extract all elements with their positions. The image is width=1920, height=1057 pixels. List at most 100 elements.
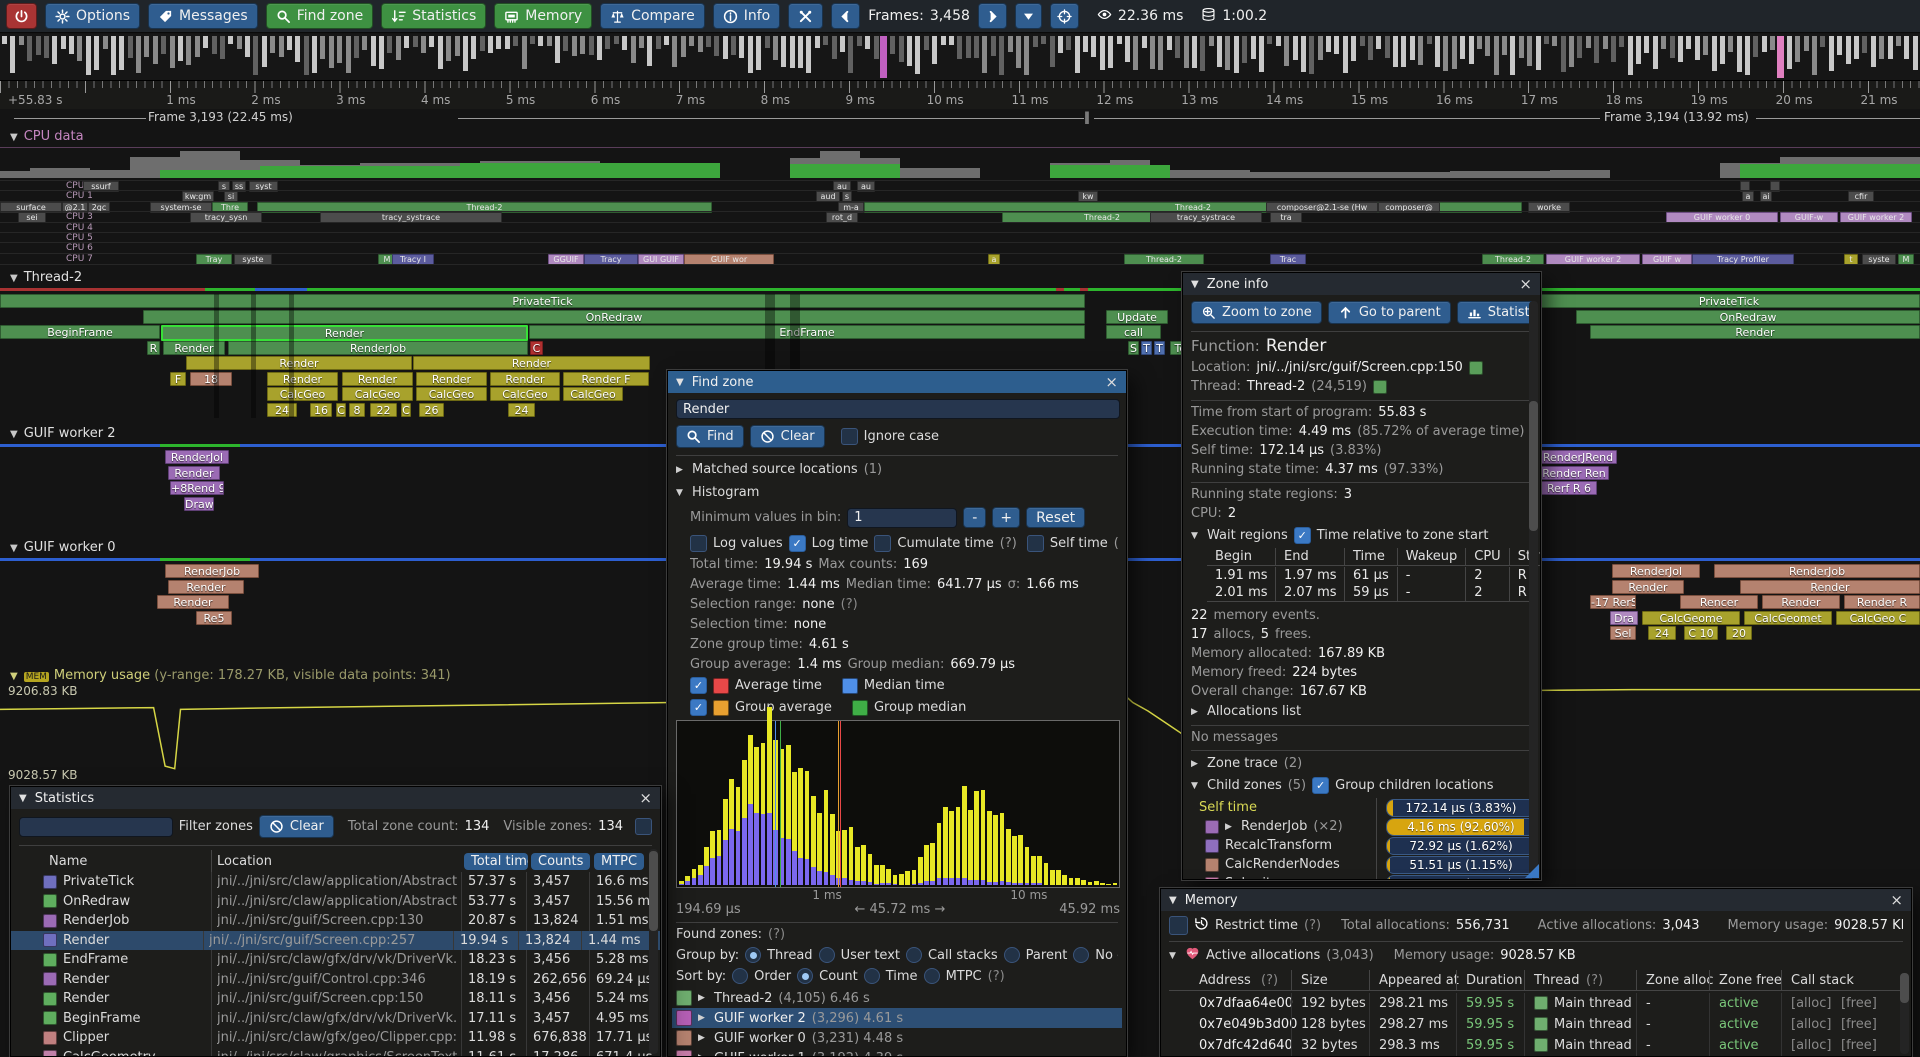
timeline-zone[interactable]: CalcGeo: [416, 387, 487, 401]
zone-thread[interactable]: Thread-2: [1247, 379, 1305, 394]
thread-header-guif-worker-2[interactable]: ▼GUIF worker 2: [10, 426, 115, 441]
column-header-address[interactable]: Address: [1199, 973, 1251, 988]
timeline-zone[interactable]: CalcGeo: [490, 387, 560, 401]
statistics-row[interactable]: Renderjni/../jni/src/guif/Control.cpp:34…: [19, 970, 652, 990]
cpu-data-header[interactable]: ▼CPU data: [10, 129, 84, 144]
found-zone-group[interactable]: ▶GUIF worker 1(3,192) 4.39 s: [672, 1048, 1122, 1057]
timeline-zone[interactable]: Rerf R 6: [1541, 481, 1597, 495]
child-zone-row[interactable]: Submit35.63 µs (0.79%): [1191, 874, 1532, 880]
column-header-zone-alloc[interactable]: Zone alloc: [1646, 973, 1714, 988]
timeline-zone[interactable]: CalcGeo: [563, 387, 623, 401]
timeline-zone[interactable]: RenderJRend: [1539, 450, 1617, 464]
wait-regions-expander[interactable]: ▼Wait regions ✓ Time relative to zone st…: [1191, 527, 1532, 544]
timeline-zone[interactable]: BeginFrame: [0, 325, 160, 339]
found-zone-group[interactable]: ▶Thread-2(4,105) 6.46 s: [672, 988, 1122, 1008]
column-header-zone-free[interactable]: Zone free: [1719, 973, 1782, 988]
found-zone-group[interactable]: ▶GUIF worker 2(3,296) 4.61 s: [672, 1008, 1122, 1028]
timeline-zone[interactable]: Re5: [196, 611, 232, 625]
alloc-callstack-link[interactable]: [alloc]: [1791, 996, 1831, 1011]
group-by-radio-user-text[interactable]: [819, 947, 835, 963]
timeline-zone[interactable]: CalcGeo C: [1836, 611, 1920, 625]
timeline-zone[interactable]: T: [1154, 341, 1165, 355]
child-zone-row[interactable]: RecalcTransform72.92 µs (1.62%): [1191, 836, 1532, 855]
clear-button[interactable]: Clear: [750, 425, 825, 448]
collapse-icon[interactable]: ▼: [1169, 895, 1177, 906]
zone-info-titlebar[interactable]: ▼ Zone info ×: [1183, 273, 1540, 295]
free-callstack-link[interactable]: [free]: [1841, 1038, 1877, 1053]
timeline-zone[interactable]: C: [336, 403, 346, 417]
filter-zones-input[interactable]: [19, 817, 173, 837]
zoom-to-zone-button[interactable]: Zoom to zone: [1191, 301, 1322, 324]
allocation-row[interactable]: 0x7e049b3d00128 bytes298.27 ms59.95 sMai…: [1169, 1014, 1903, 1035]
timeline-zone[interactable]: Sel: [1610, 626, 1636, 640]
zone-trace-expander[interactable]: ▶Zone trace(2): [1191, 756, 1532, 771]
timeline-zone[interactable]: CalcGeo: [267, 387, 338, 401]
timeline-zone[interactable]: RenderJol: [1612, 564, 1700, 578]
expand-icon[interactable]: ▶: [698, 1053, 708, 1057]
allocation-row[interactable]: 0x7dfc42d64032 bytes298.3 ms59.95 sMain …: [1169, 1035, 1903, 1056]
table-row[interactable]: 2.01 ms2.07 ms59 µs-2R: [1207, 584, 1541, 601]
timeline-zone[interactable]: Render: [157, 595, 229, 609]
filter-clear-button[interactable]: Clear: [259, 815, 334, 838]
timeline-zone[interactable]: CalcGeome: [1642, 611, 1740, 625]
column-header[interactable]: End: [1276, 548, 1345, 566]
option-checkbox-cumulate-time[interactable]: [874, 535, 891, 552]
statistics-row[interactable]: BeginFramejni/../jni/src/claw/gfx/drv/vk…: [19, 1009, 652, 1029]
column-header-duration[interactable]: Duration: [1466, 973, 1522, 988]
timeline-zone[interactable]: Render: [413, 356, 650, 370]
free-callstack-link[interactable]: [free]: [1841, 996, 1877, 1011]
timeline-zone[interactable]: Render R: [1844, 595, 1920, 609]
timeline-zone[interactable]: R: [147, 341, 160, 355]
group-by-radio-no-grouping[interactable]: [1073, 947, 1089, 963]
column-header[interactable]: Begin: [1207, 548, 1276, 566]
column-header-name[interactable]: Name: [49, 854, 87, 869]
timeline-zone[interactable]: RenderJob: [228, 341, 528, 355]
timeline-zone[interactable]: OnRedraw: [143, 310, 1085, 324]
timeline-zone[interactable]: Render: [1740, 580, 1920, 594]
timeline-zone[interactable]: 20: [1726, 626, 1752, 640]
close-icon[interactable]: ×: [1519, 274, 1532, 294]
timeline-zone[interactable]: Render: [342, 372, 413, 386]
bin-reset-button[interactable]: Reset: [1026, 507, 1085, 528]
allocations-list-expander[interactable]: ▶Allocations list: [1191, 704, 1532, 719]
go-to-parent-button[interactable]: Go to parent: [1328, 301, 1451, 324]
statistics-row[interactable]: Renderjni/../jni/src/guif/Screen.cpp:150…: [19, 989, 652, 1009]
group-by-radio-parent[interactable]: [1004, 947, 1020, 963]
timeline-zone[interactable]: Update: [1106, 310, 1168, 324]
statistics-row[interactable]: EndFramejni/../jni/src/claw/gfx/drv/vk/D…: [19, 950, 652, 970]
timeline-zone[interactable]: T: [1141, 341, 1152, 355]
group-children-checkbox[interactable]: ✓: [1312, 777, 1329, 794]
column-header-appeared-at[interactable]: Appeared at: [1379, 973, 1459, 988]
timeline-zone[interactable]: Render: [1590, 325, 1920, 339]
limit-view-checkbox[interactable]: [635, 818, 652, 835]
statistics-button[interactable]: Statistics: [1457, 301, 1532, 324]
statistics-row[interactable]: CalcGeometryjni/../jni/src/claw/graphics…: [19, 1048, 652, 1057]
timeline-zone[interactable]: 24: [508, 403, 535, 417]
option-checkbox-log-time[interactable]: ✓: [789, 535, 806, 552]
column-header-counts[interactable]: Counts: [531, 853, 590, 870]
table-row[interactable]: 1.91 ms1.97 ms61 µs-2R: [1207, 567, 1541, 584]
timeline-zone[interactable]: Render: [416, 372, 487, 386]
find-zone-search-input[interactable]: Render: [676, 399, 1120, 419]
found-zone-group[interactable]: ▶GUIF worker 0(3,231) 4.48 s: [672, 1028, 1122, 1048]
close-icon[interactable]: ×: [1105, 372, 1118, 392]
column-header[interactable]: Time: [1345, 548, 1398, 566]
timeline-zone[interactable]: Render: [168, 466, 220, 480]
statistics-row[interactable]: Clipperjni/../jni/src/claw/gfx/geo/Clipp…: [19, 1028, 652, 1048]
bin-plus-button[interactable]: +: [992, 507, 1020, 528]
collapse-icon[interactable]: ▼: [1191, 279, 1199, 290]
column-header-call-stack[interactable]: Call stack: [1791, 973, 1854, 988]
column-header[interactable]: Wakeup: [1397, 548, 1466, 566]
timeline-zone[interactable]: CalcGeomet: [1744, 611, 1832, 625]
timeline-zone[interactable]: OnRedraw: [1576, 310, 1920, 324]
allocation-row[interactable]: 0x7dfaa64e00192 bytes298.21 ms59.95 sMai…: [1169, 993, 1903, 1014]
timeline-zone[interactable]: Rencer: [1680, 595, 1758, 609]
ignore-case-checkbox[interactable]: [841, 428, 858, 445]
histogram-expander[interactable]: ▼Histogram: [676, 485, 1118, 500]
timeline-zone[interactable]: Draw: [184, 497, 214, 511]
timeline-zone[interactable]: Render: [1612, 580, 1684, 594]
timeline-zone[interactable]: Render: [490, 372, 560, 386]
collapse-icon[interactable]: ▼: [676, 377, 684, 388]
expand-icon[interactable]: ▶: [698, 1013, 708, 1023]
timeline-zone[interactable]: C: [401, 403, 411, 417]
